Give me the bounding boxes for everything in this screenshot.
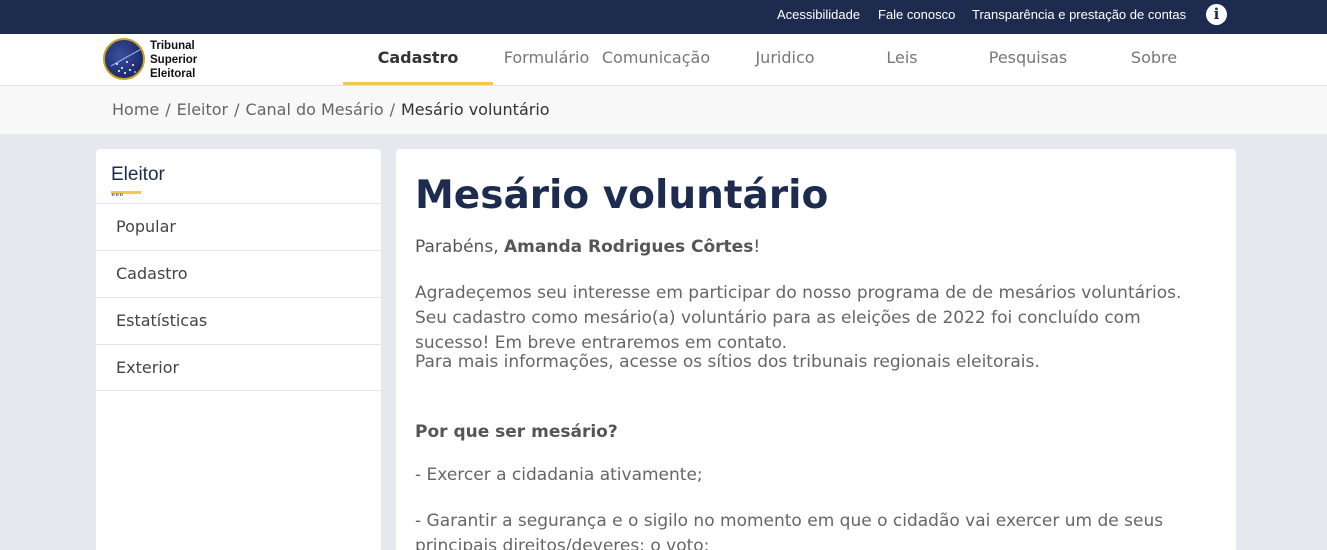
breadcrumb-separator: /	[234, 100, 240, 119]
volunteer-name: Amanda Rodrigues Côrtes	[504, 237, 754, 257]
nav-leis[interactable]: Leis	[872, 34, 932, 85]
reason-item: - Garantir a segurança e o sigilo no mom…	[415, 511, 1164, 550]
breadcrumb: Home / Eleitor / Canal do Mesário / Mesário vo…	[112, 100, 550, 119]
info-icon[interactable]: i	[1206, 4, 1227, 25]
nav-formulario[interactable]: Formulário	[500, 34, 593, 85]
sidebar: Eleitor """ Popular Cadastro Estatística…	[96, 149, 381, 550]
sidebar-item-exterior[interactable]: Exterior	[96, 344, 381, 391]
breadcrumb-separator: /	[389, 100, 395, 119]
nav-pesquisas[interactable]: Pesquisas	[983, 34, 1073, 85]
breadcrumb-home[interactable]: Home	[112, 100, 159, 119]
nav-cadastro[interactable]: Cadastro	[343, 34, 493, 85]
sidebar-item-estatisticas[interactable]: Estatísticas	[96, 297, 381, 344]
reason-item: - Exercer a cidadania ativamente;	[415, 465, 703, 485]
tse-logo[interactable]: Tribunal Superior Eleitoral	[103, 38, 213, 82]
logo-line-1: Tribunal	[150, 40, 195, 52]
nav-comunicacao[interactable]: Comunicação	[600, 34, 712, 85]
logo-emblem	[103, 38, 145, 80]
contact-link[interactable]: Fale conosco	[878, 7, 955, 22]
sidebar-item-cadastro[interactable]: Cadastro	[96, 250, 381, 297]
breadcrumb-bar: Home / Eleitor / Canal do Mesário / Mesário vo…	[0, 86, 1327, 134]
sidebar-menu: Popular Cadastro Estatísticas Exterior	[96, 203, 381, 391]
breadcrumb-current: Mesário voluntário	[401, 100, 550, 119]
breadcrumb-eleitor[interactable]: Eleitor	[177, 100, 228, 119]
nav-juridico[interactable]: Juridico	[745, 34, 825, 85]
more-info-paragraph: Para mais informações, acesse os sítios …	[415, 352, 1040, 372]
congrats-message: Parabéns, Amanda Rodrigues Côrtes!	[415, 237, 760, 257]
sidebar-item-popular[interactable]: Popular	[96, 203, 381, 250]
transparency-link[interactable]: Transparência e prestação de contas	[972, 7, 1186, 22]
logo-text: Tribunal Superior Eleitoral	[150, 39, 197, 81]
congrats-prefix: Parabéns,	[415, 237, 505, 257]
logo-line-3: Eleitoral	[150, 68, 196, 80]
confirmation-paragraph: Agradeçemos seu interesse em participar …	[415, 283, 1182, 353]
breadcrumb-separator: /	[165, 100, 171, 119]
logo-line-2: Superior	[150, 54, 198, 66]
breadcrumb-canal-mesario[interactable]: Canal do Mesário	[246, 100, 384, 119]
top-utility-bar: Acessibilidade Fale conosco Transparênci…	[0, 0, 1327, 34]
main-header: Tribunal Superior Eleitoral Cadastro For…	[0, 34, 1327, 86]
stars-emblem-icon	[110, 47, 143, 74]
congrats-suffix: !	[753, 237, 761, 257]
main-content: Mesário voluntário Parabéns, Amanda Rodr…	[396, 149, 1236, 550]
sidebar-title: Eleitor	[111, 164, 165, 185]
accessibility-link[interactable]: Acessibilidade	[777, 7, 860, 22]
why-heading: Por que ser mesário?	[415, 422, 618, 442]
sidebar-mark: """	[111, 193, 124, 203]
page-title: Mesário voluntário	[415, 173, 829, 218]
nav-sobre[interactable]: Sobre	[1120, 34, 1188, 85]
